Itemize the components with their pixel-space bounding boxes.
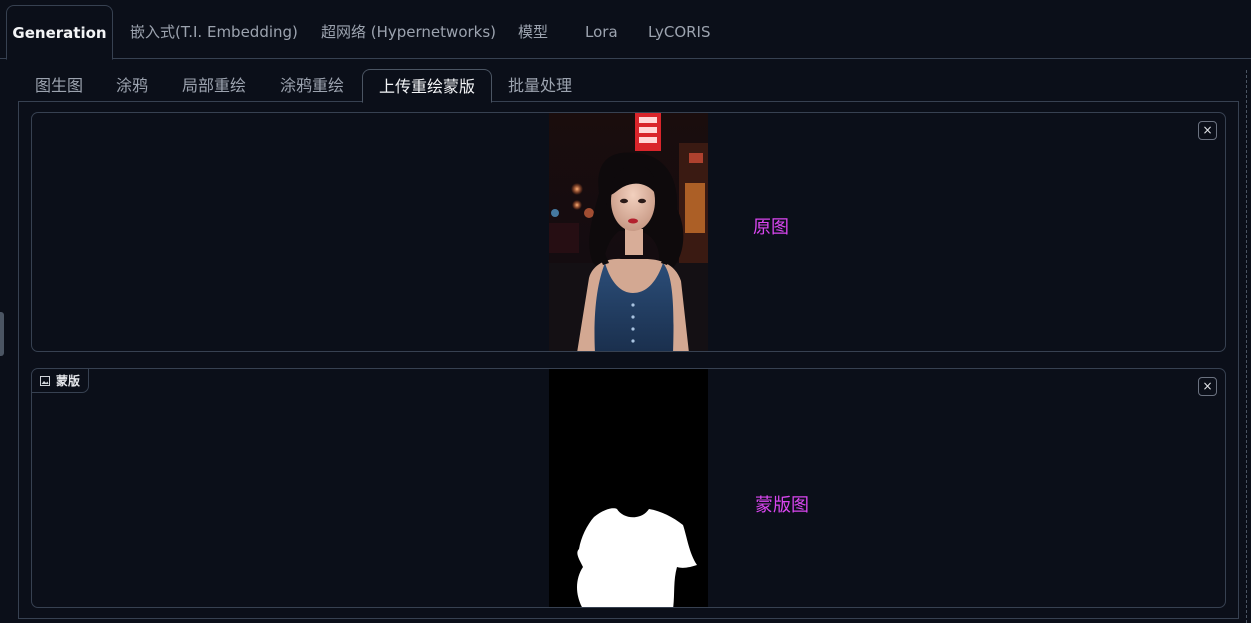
tab-hypernetworks[interactable]: 超网络 (Hypernetworks) bbox=[321, 5, 496, 59]
image-icon bbox=[40, 375, 50, 386]
mask-image bbox=[549, 369, 708, 607]
close-icon: × bbox=[1202, 123, 1213, 137]
tab-batch[interactable]: 批量处理 bbox=[508, 69, 572, 102]
close-icon: × bbox=[1202, 379, 1213, 393]
tab-inpaint[interactable]: 局部重绘 bbox=[182, 69, 246, 102]
original-image bbox=[549, 113, 708, 351]
resize-divider[interactable] bbox=[1246, 70, 1247, 623]
mask-annotation: 蒙版图 bbox=[755, 495, 809, 516]
mask-label-text: 蒙版 bbox=[56, 374, 81, 388]
tab-inpaint-upload[interactable]: 上传重绘蒙版 bbox=[362, 69, 492, 103]
tab-generation[interactable]: Generation bbox=[6, 5, 113, 60]
sidebar-drag-handle[interactable] bbox=[0, 312, 4, 356]
original-image-dropzone[interactable]: × 原图 bbox=[31, 112, 1226, 352]
sub-tab-bar: 图生图 涂鸦 局部重绘 涂鸦重绘 上传重绘蒙版 批量处理 bbox=[18, 69, 1239, 103]
tab-lora[interactable]: Lora bbox=[585, 5, 618, 59]
top-tab-bar: Generation 嵌入式(T.I. Embedding) 超网络 (Hype… bbox=[0, 0, 1251, 60]
mask-close-button[interactable]: × bbox=[1198, 377, 1217, 396]
original-annotation: 原图 bbox=[753, 217, 789, 238]
tab-lycoris[interactable]: LyCORIS bbox=[648, 5, 711, 59]
original-close-button[interactable]: × bbox=[1198, 121, 1217, 140]
tab-img2img[interactable]: 图生图 bbox=[35, 69, 83, 102]
mask-image-dropzone[interactable]: 蒙版 × 蒙版图 bbox=[31, 368, 1226, 608]
tab-models[interactable]: 模型 bbox=[518, 5, 548, 59]
mask-label-badge: 蒙版 bbox=[32, 369, 90, 393]
tab-sketch[interactable]: 涂鸦 bbox=[116, 69, 148, 102]
tab-inpaint-sketch[interactable]: 涂鸦重绘 bbox=[280, 69, 344, 102]
tab-embedding[interactable]: 嵌入式(T.I. Embedding) bbox=[130, 5, 298, 59]
